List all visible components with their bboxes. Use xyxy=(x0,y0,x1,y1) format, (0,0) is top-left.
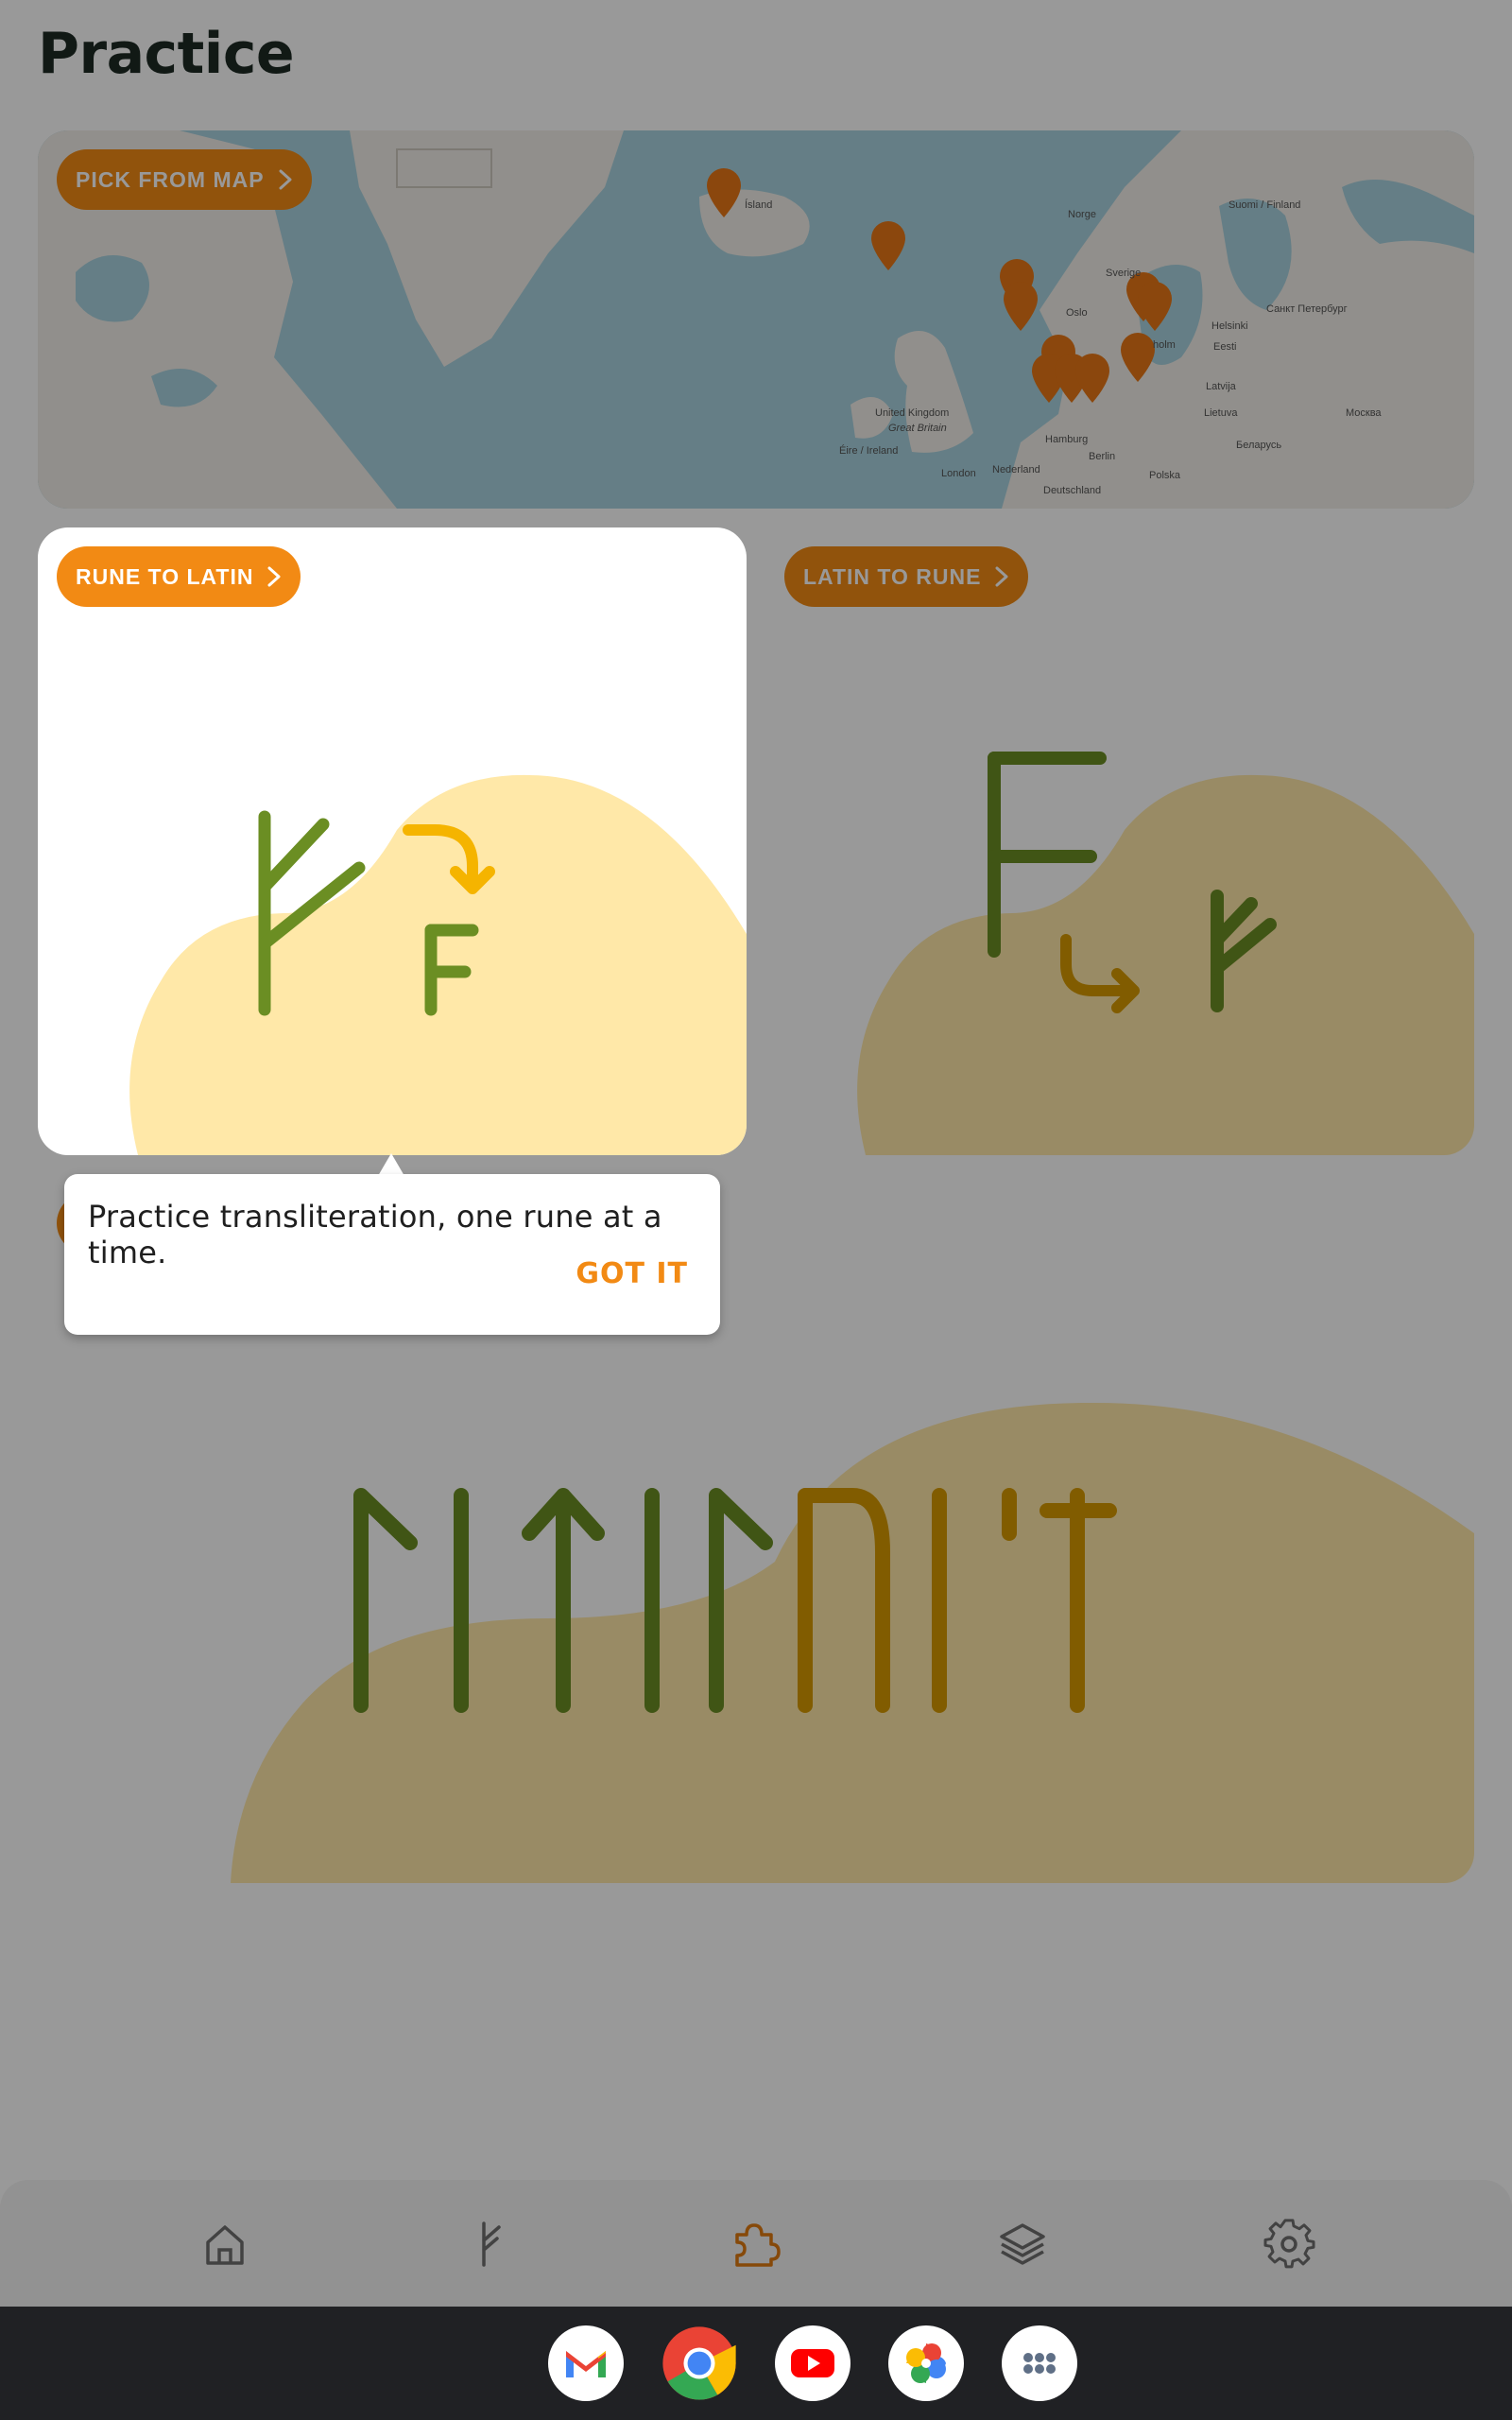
pick-from-map-label: PICK FROM MAP xyxy=(76,166,265,192)
rune-to-latin-card-highlight[interactable]: RUNE TO LATIN xyxy=(38,527,747,1155)
map-label: Sverige xyxy=(1106,268,1141,279)
chrome-app[interactable] xyxy=(662,2325,737,2401)
rune-to-latin-label: RUNE TO LATIN xyxy=(76,563,254,589)
map-card[interactable]: Ísland Norge Sverige Oslo Suomi / Finlan… xyxy=(38,130,1474,509)
coach-mark-tooltip: Practice transliteration, one rune at a … xyxy=(64,1174,720,1335)
map-label: Norge xyxy=(1068,209,1096,220)
photos-icon xyxy=(906,2343,946,2383)
map-label: Great Britain xyxy=(888,423,947,434)
layers-icon xyxy=(1000,2223,1045,2265)
map-label: Hamburg xyxy=(1045,434,1088,445)
latin-to-rune-label: LATIN TO RUNE xyxy=(803,563,982,589)
map-label: Eesti xyxy=(1213,341,1236,353)
rune-icon xyxy=(482,2221,501,2267)
nav-layers[interactable] xyxy=(996,2218,1049,2271)
map-label: United Kingdom xyxy=(875,407,949,419)
puzzle-icon xyxy=(735,2223,781,2267)
map-label: Suomi / Finland xyxy=(1228,199,1300,211)
home-icon xyxy=(206,2225,244,2265)
pick-from-map-button[interactable]: PICK FROM MAP xyxy=(57,149,312,210)
got-it-button[interactable]: GOT IT xyxy=(576,1257,688,1290)
map-label: London xyxy=(941,468,976,479)
map-label: Éire / Ireland xyxy=(839,444,898,457)
map-label: Deutschland xyxy=(1043,485,1101,496)
latin-to-rune-illustration xyxy=(857,752,1474,1155)
map-label: Latvija xyxy=(1206,381,1237,392)
map-label: Berlin xyxy=(1089,451,1115,462)
nav-practice[interactable] xyxy=(728,2218,781,2271)
rune-to-latin-button-highlight[interactable]: RUNE TO LATIN xyxy=(57,546,301,607)
map-label: holm xyxy=(1153,339,1176,351)
nav-runes[interactable] xyxy=(463,2218,516,2271)
rune-to-latin-highlight-illustration xyxy=(129,774,747,1155)
system-taskbar xyxy=(0,2307,1512,2420)
gear-icon xyxy=(1263,2219,1315,2269)
page-title: Practice xyxy=(38,21,295,87)
youtube-app[interactable] xyxy=(775,2325,850,2401)
bottom-nav-bar xyxy=(0,2180,1512,2307)
app-drawer-icon xyxy=(1023,2353,1056,2374)
youtube-icon xyxy=(791,2349,834,2377)
gmail-app[interactable] xyxy=(548,2325,624,2401)
latin-to-rune-button[interactable]: LATIN TO RUNE xyxy=(784,546,1029,607)
gmail-icon xyxy=(566,2351,606,2377)
map-label: Helsinki xyxy=(1211,320,1248,332)
nav-settings[interactable] xyxy=(1263,2218,1315,2271)
chrome-icon xyxy=(662,2326,736,2400)
map-label: Санкт Петербург xyxy=(1266,303,1348,315)
nav-home[interactable] xyxy=(198,2218,251,2271)
chevron-right-icon xyxy=(267,566,281,587)
app-drawer[interactable] xyxy=(1002,2325,1077,2401)
map-label: Беларусь xyxy=(1236,440,1281,451)
map-label: Nederland xyxy=(992,464,1040,475)
chevron-right-icon xyxy=(279,169,292,190)
map-label: Oslo xyxy=(1066,307,1088,319)
latin-to-rune-card[interactable]: LATIN TO RUNE xyxy=(765,527,1474,1155)
map-label: Москва xyxy=(1346,407,1382,419)
chevron-right-icon xyxy=(995,566,1008,587)
photos-app[interactable] xyxy=(888,2325,964,2401)
map-label: Lietuva xyxy=(1204,407,1238,419)
map-label: Ísland xyxy=(745,199,772,211)
map-label: Polska xyxy=(1149,470,1181,481)
tooltip-arrow xyxy=(378,1153,404,1176)
